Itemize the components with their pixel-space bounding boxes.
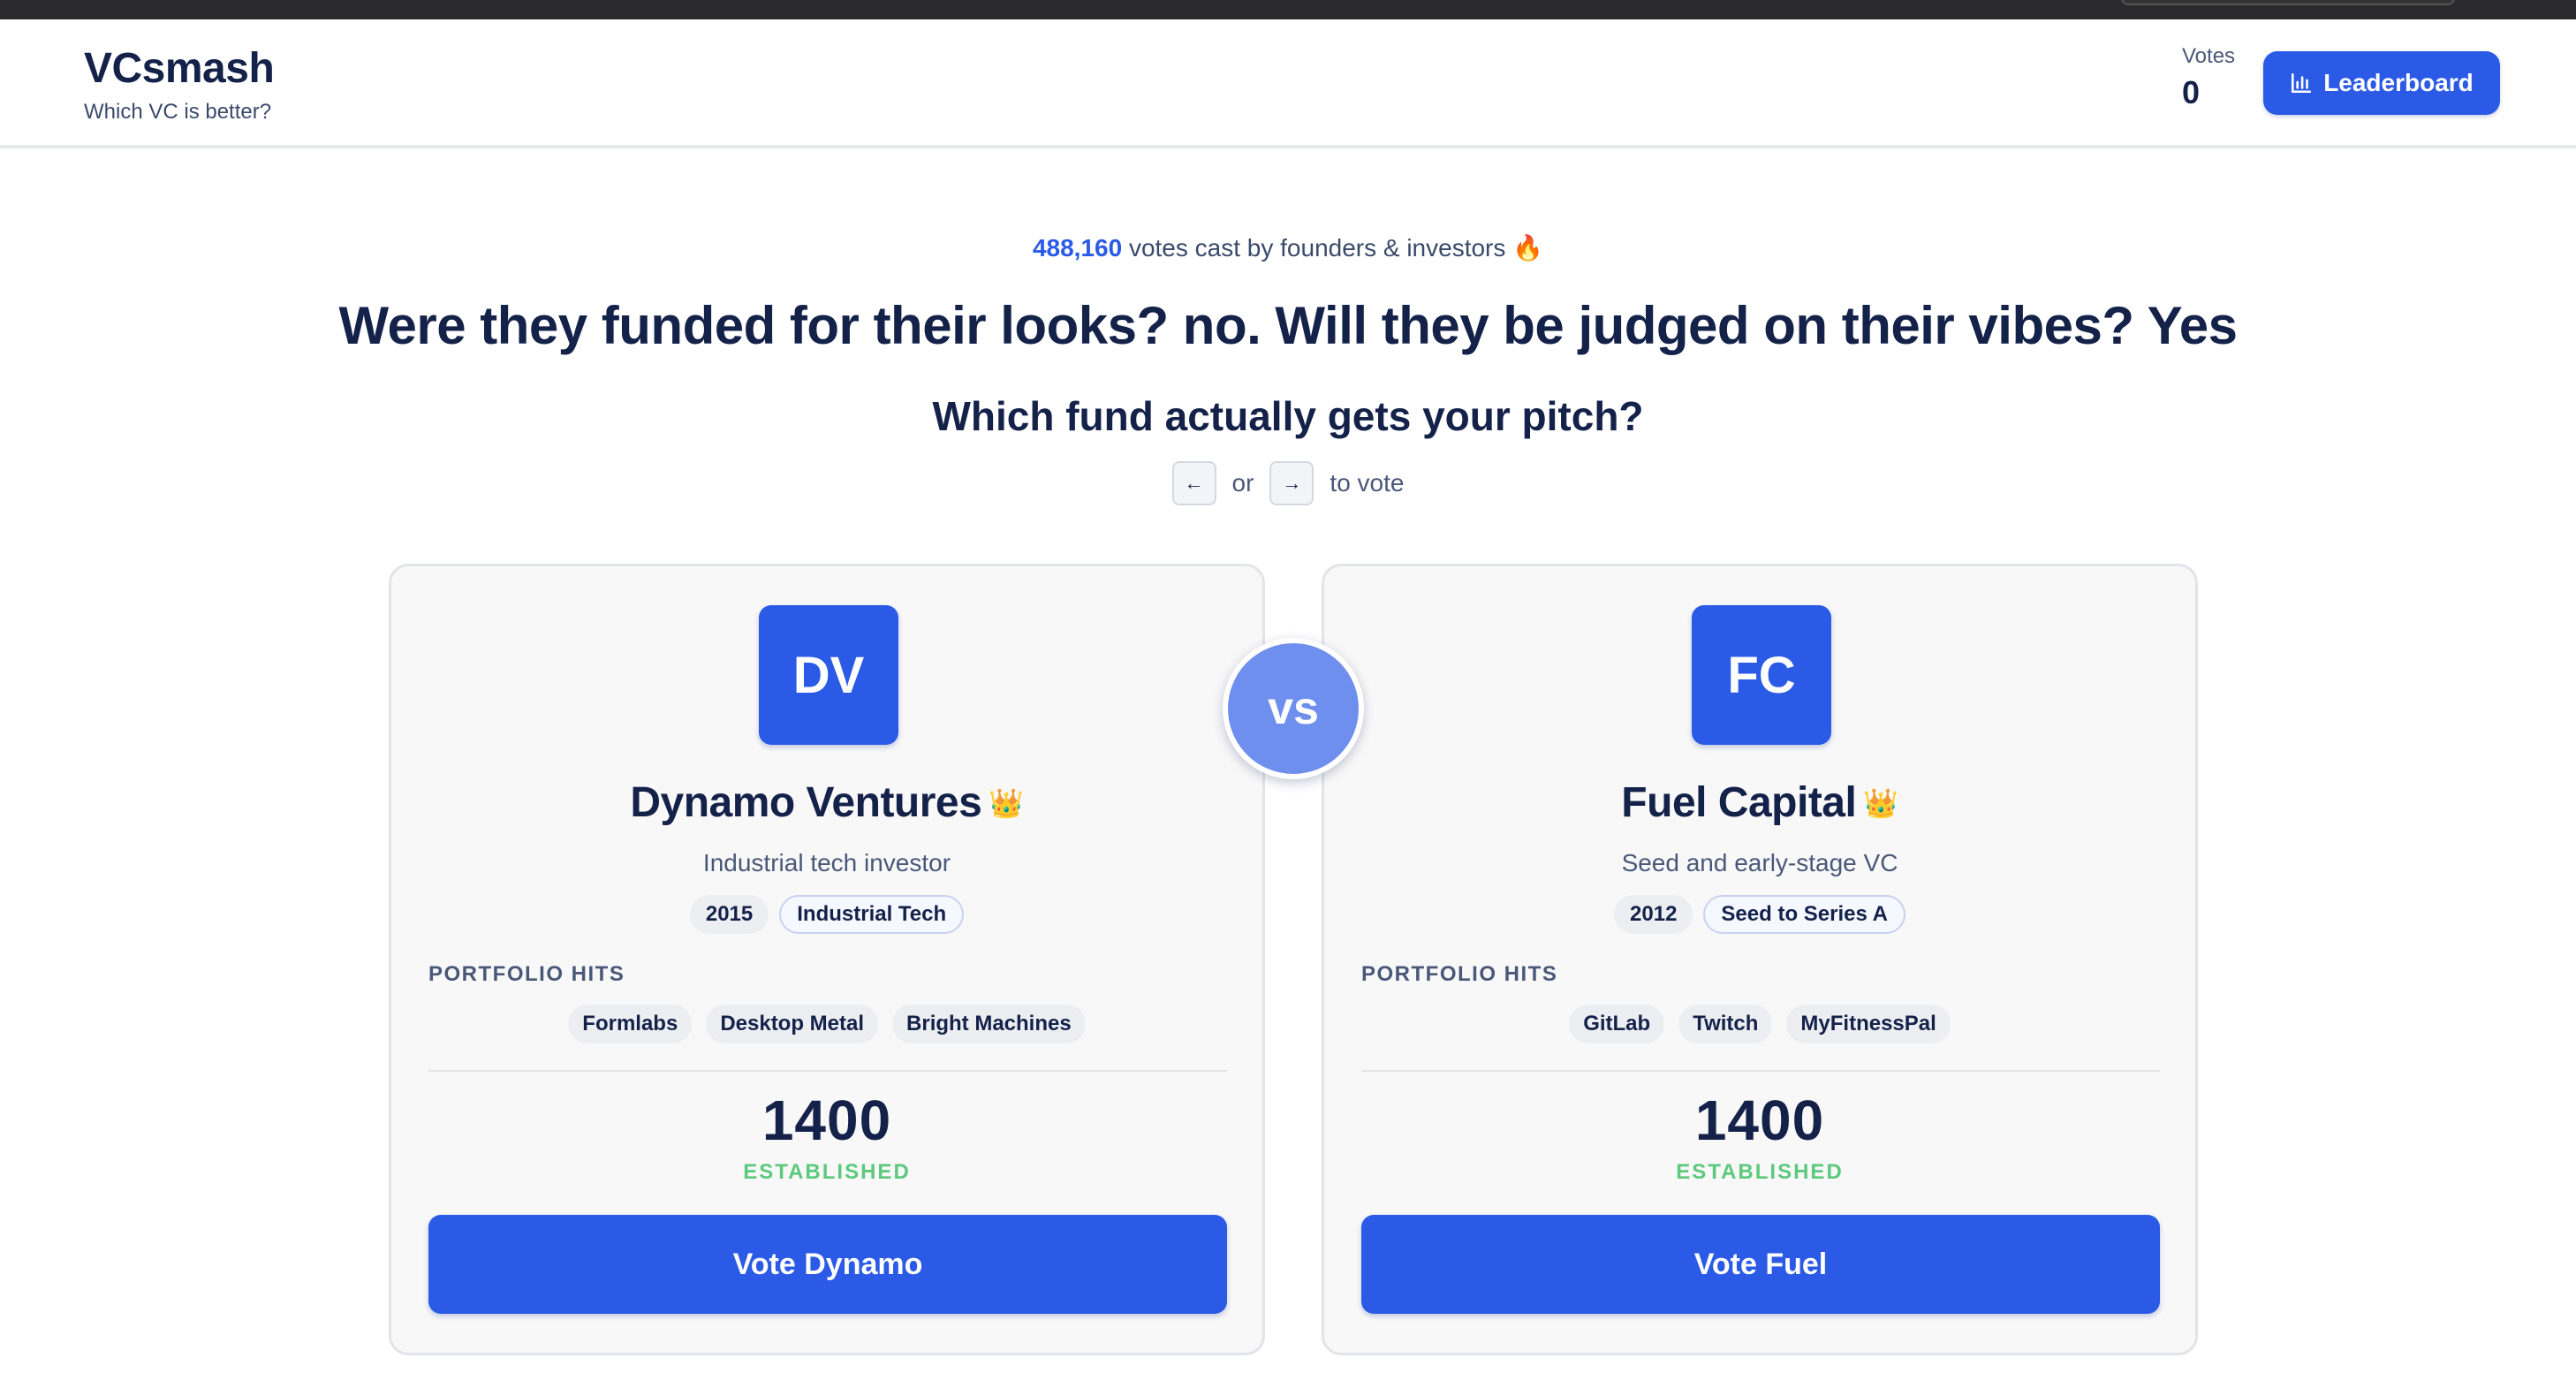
- brand-name[interactable]: VCsmash: [84, 44, 275, 93]
- vs-badge: vs: [1223, 638, 1364, 779]
- portfolio-hit: Desktop Metal: [706, 1005, 879, 1043]
- fund-card-left[interactable]: DV Dynamo Ventures 👑 Industrial tech inve…: [389, 564, 1265, 1355]
- browser-top-bar: [0, 0, 2576, 19]
- fund-name-text: Fuel Capital: [1621, 779, 1857, 826]
- fund-name-text: Dynamo Ventures: [630, 779, 982, 826]
- founded-year-tag: 2015: [689, 895, 769, 934]
- fund-rating: 1400: [1694, 1089, 1825, 1152]
- page-headline: Were they funded for their looks? no. Wi…: [338, 296, 2238, 355]
- keyhint-suffix: to vote: [1330, 469, 1405, 497]
- portfolio-hit: Formlabs: [568, 1005, 693, 1043]
- fund-name: Fuel Capital 👑: [1324, 778, 2195, 827]
- keyboard-hint: ← or → to vote: [0, 461, 2576, 505]
- portfolio-hits-label: PORTFOLIO HITS: [428, 962, 625, 986]
- votes-counter: Votes 0: [2182, 44, 2270, 111]
- portfolio-hits-label: PORTFOLIO HITS: [1361, 962, 1558, 986]
- total-votes: 488,160: [1032, 234, 1123, 262]
- fund-name: Dynamo Ventures 👑: [391, 778, 1262, 827]
- page-subhead: Which fund actually gets your pitch?: [932, 393, 1644, 439]
- brand[interactable]: VCsmash Which VC is better?: [84, 44, 275, 125]
- fund-tags: 2015 Industrial Tech: [391, 895, 1262, 934]
- fund-description: Industrial tech investor: [702, 849, 951, 876]
- card-divider: [428, 1070, 1227, 1072]
- portfolio-hits: GitLab Twitch MyFitnessPal: [1324, 1005, 2195, 1043]
- focus-tag: Industrial Tech: [779, 895, 965, 934]
- browser-address-pill[interactable]: [2120, 0, 2456, 5]
- vote-right-button[interactable]: Vote Fuel: [1361, 1215, 2160, 1314]
- fund-logo: DV: [759, 605, 898, 745]
- fund-tags: 2012 Seed to Series A: [1324, 895, 2195, 934]
- votes-count: 0: [2182, 74, 2201, 110]
- fund-status: ESTABLISHED: [743, 1160, 911, 1184]
- founded-year-tag: 2012: [1614, 895, 1693, 934]
- brand-tagline: Which VC is better?: [84, 100, 272, 124]
- leaderboard-button[interactable]: Leaderboard: [2263, 51, 2500, 115]
- votes-label: Votes: [2182, 44, 2236, 68]
- portfolio-hit: Twitch: [1678, 1005, 1773, 1043]
- portfolio-hit: MyFitnessPal: [1786, 1005, 1951, 1043]
- fund-rating: 1400: [761, 1089, 892, 1152]
- portfolio-hits: Formlabs Desktop Metal Bright Machines: [391, 1005, 1262, 1043]
- fund-logo: FC: [1692, 605, 1831, 745]
- card-divider: [1361, 1070, 2160, 1072]
- fund-description: Seed and early-stage VC: [1621, 849, 1898, 876]
- keyhint-or: or: [1231, 469, 1254, 497]
- portfolio-hit: Bright Machines: [892, 1005, 1086, 1043]
- crown-icon: 👑: [1863, 787, 1898, 819]
- crown-icon: 👑: [989, 787, 1024, 819]
- fire-icon: 🔥: [1512, 234, 1544, 262]
- left-arrow-key[interactable]: ←: [1171, 461, 1216, 505]
- bar-chart-icon: [2292, 72, 2312, 94]
- navbar: VCsmash Which VC is better? Votes 0 Lead…: [0, 19, 2576, 148]
- right-arrow-key[interactable]: →: [1269, 461, 1315, 505]
- votes-cast-line: 488,160 votes cast by founders & investo…: [0, 233, 2576, 262]
- portfolio-hit: GitLab: [1569, 1005, 1665, 1043]
- vote-left-button[interactable]: Vote Dynamo: [428, 1215, 1227, 1314]
- fund-card-right[interactable]: FC Fuel Capital 👑 Seed and early-stage VC…: [1322, 564, 2198, 1355]
- votes-cast-text: votes cast by founders & investors: [1128, 234, 1506, 262]
- focus-tag: Seed to Series A: [1703, 895, 1905, 934]
- leaderboard-label: Leaderboard: [2323, 69, 2474, 96]
- fund-status: ESTABLISHED: [1676, 1160, 1844, 1184]
